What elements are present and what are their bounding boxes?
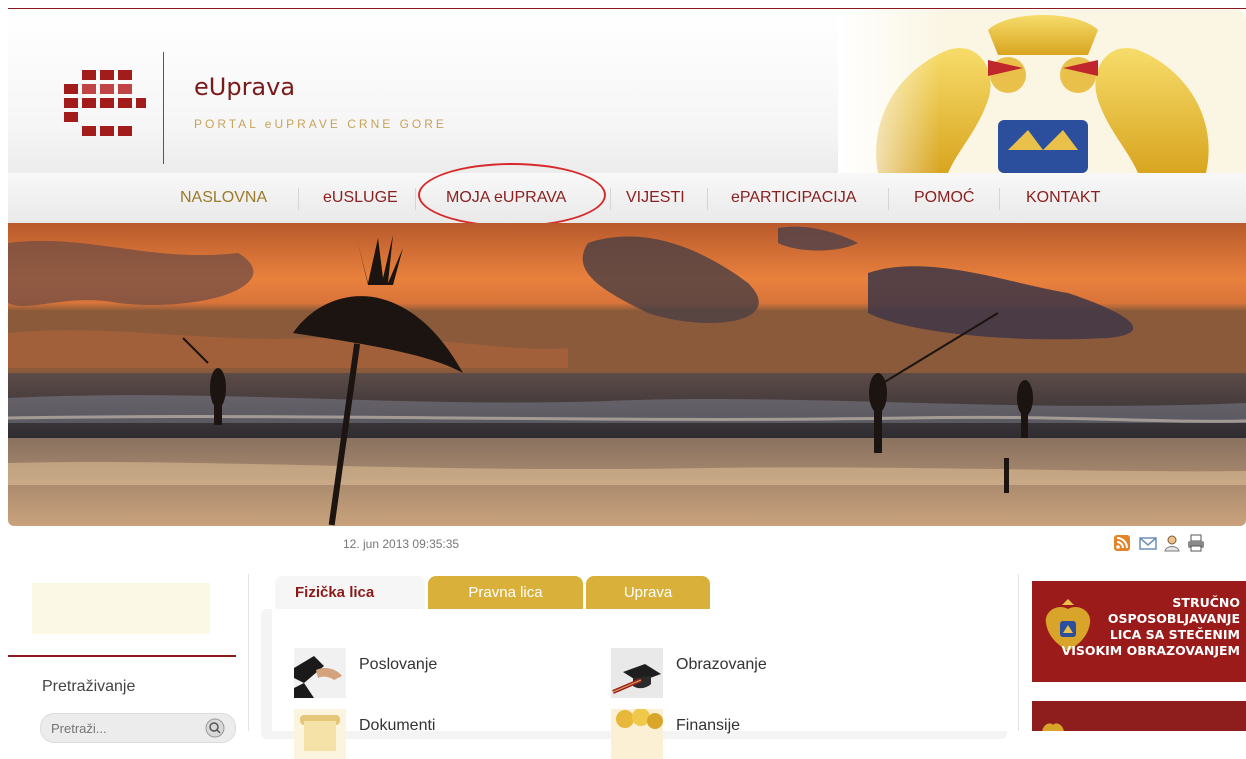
ad-text-line: STRUČNO <box>1172 595 1240 610</box>
user-icon[interactable] <box>1162 533 1182 553</box>
nav-item-kontakt[interactable]: KONTAKT <box>1026 189 1100 207</box>
scroll-icon <box>294 709 346 759</box>
logo-divider <box>163 52 164 164</box>
nav-separator <box>415 188 416 210</box>
service-label: Dokumenti <box>359 717 436 734</box>
site-header: eUprava PORTAL eUPRAVE CRNE GORE <box>8 10 1246 173</box>
tab-fizicka-lica[interactable]: Fizička lica <box>275 576 425 610</box>
ad-banner-second[interactable] <box>1032 701 1246 731</box>
hero-banner-image <box>8 223 1246 526</box>
graduation-cap-icon <box>611 648 663 698</box>
site-subtitle: PORTAL eUPRAVE CRNE GORE <box>194 117 447 131</box>
search-icon[interactable] <box>204 717 226 739</box>
ad-text-line: OSPOSOBLJAVANJE <box>1107 611 1240 626</box>
ad-text-line: VISOKIM OBRAZOVANJEM <box>1061 643 1240 658</box>
coins-icon <box>611 709 663 759</box>
sidebar-banner-box <box>32 583 210 634</box>
nav-item-eusluge[interactable]: eUSLUGE <box>323 189 398 207</box>
site-title[interactable]: eUprava <box>194 73 295 101</box>
main-nav: NASLOVNA eUSLUGE MOJA eUPRAVA VIJESTI eP… <box>8 173 1246 223</box>
nav-separator <box>707 188 708 210</box>
service-label: Obrazovanje <box>676 656 767 673</box>
ad-text-line: LICA SA STEČENIM <box>1109 627 1240 642</box>
ad-banner-strucno-osposobljavanje[interactable]: STRUČNO OSPOSOBLJAVANJE LICA SA STEČENIM… <box>1032 581 1246 682</box>
tab-uprava[interactable]: Uprava <box>586 576 710 610</box>
print-icon[interactable] <box>1186 533 1206 553</box>
nav-separator <box>999 188 1000 210</box>
nav-item-vijesti[interactable]: VIJESTI <box>626 189 685 207</box>
nav-separator <box>298 188 299 210</box>
ad-text: STRUČNO OSPOSOBLJAVANJE LICA SA STEČENIM… <box>1062 595 1240 659</box>
current-datetime: 12. jun 2013 09:35:35 <box>343 537 460 551</box>
service-label: Finansije <box>676 717 741 734</box>
column-divider-left <box>248 574 249 731</box>
nav-separator <box>610 188 611 210</box>
nav-separator <box>888 188 889 210</box>
column-divider-right <box>1018 574 1019 731</box>
handshake-icon <box>294 648 346 698</box>
nav-item-eparticipacija[interactable]: ePARTICIPACIJA <box>731 189 856 207</box>
tab-pravna-lica[interactable]: Pravna lica <box>428 576 583 610</box>
rss-icon[interactable] <box>1112 533 1132 553</box>
highlight-circle <box>418 163 606 227</box>
nav-item-naslovna[interactable]: NASLOVNA <box>180 189 267 207</box>
coat-of-arms-image <box>838 10 1246 173</box>
mail-icon[interactable] <box>1138 533 1158 553</box>
sidebar-divider <box>8 655 236 657</box>
search-heading: Pretraživanje <box>42 678 136 695</box>
service-label: Poslovanje <box>359 656 438 673</box>
montenegro-crest-icon <box>1042 723 1064 731</box>
nav-item-pomoc[interactable]: POMOĆ <box>914 189 974 207</box>
site-logo[interactable] <box>54 70 148 150</box>
